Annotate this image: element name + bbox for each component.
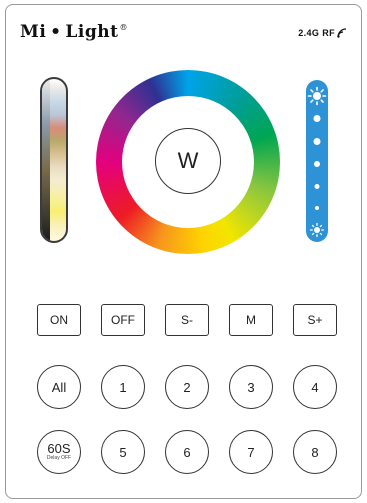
zone-3-button[interactable]: 3: [229, 365, 273, 409]
sun-dim-icon: [309, 222, 325, 238]
off-button[interactable]: OFF: [101, 304, 145, 336]
brightness-dot: [315, 206, 319, 210]
all-zones-button[interactable]: All: [37, 365, 81, 409]
white-mode-button[interactable]: W: [155, 128, 221, 194]
on-label: ON: [50, 313, 68, 327]
zone-2-button[interactable]: 2: [165, 365, 209, 409]
brightness-dot: [313, 115, 321, 122]
brightness-dot: [313, 138, 321, 145]
signal-waves-icon: [337, 28, 347, 38]
color-temperature-slider[interactable]: [40, 77, 68, 243]
zone-4-button[interactable]: 4: [293, 365, 337, 409]
zone-6-label: 6: [183, 444, 191, 460]
rf-indicator: 2.4G RF: [298, 28, 349, 38]
sun-bright-icon: [307, 86, 327, 106]
registered-mark: ®: [119, 23, 128, 33]
speed-up-button[interactable]: S+: [293, 304, 337, 336]
all-zones-label: All: [51, 379, 67, 395]
temperature-shade: [42, 79, 50, 241]
brand-name: Mi • Light: [20, 22, 119, 42]
delay-off-sublabel: Delay OFF: [46, 455, 72, 461]
zone-1-label: 1: [119, 379, 127, 395]
speed-down-button[interactable]: S-: [165, 304, 209, 336]
speed-up-label: S+: [307, 313, 323, 327]
rf-label: 2.4G RF: [298, 28, 335, 38]
zone-5-button[interactable]: 5: [101, 430, 145, 474]
zone-2-label: 2: [183, 379, 191, 395]
zone-6-button[interactable]: 6: [165, 430, 209, 474]
zone-7-button[interactable]: 7: [229, 430, 273, 474]
white-mode-label: W: [177, 148, 199, 173]
zone-5-label: 5: [119, 444, 127, 460]
off-label: OFF: [111, 313, 135, 327]
zone-8-label: 8: [311, 444, 319, 460]
brightness-dot: [314, 184, 320, 189]
zone-1-button[interactable]: 1: [101, 365, 145, 409]
on-button[interactable]: ON: [37, 304, 81, 336]
delay-off-button[interactable]: 60S Delay OFF: [37, 430, 81, 474]
mode-label: M: [246, 313, 256, 327]
brand-logo: Mi • Light®: [20, 22, 128, 42]
delay-off-label: 60S: [47, 441, 71, 456]
zone-3-label: 3: [247, 379, 255, 395]
zone-7-label: 7: [247, 444, 255, 460]
zone-4-label: 4: [311, 379, 319, 395]
speed-down-label: S-: [181, 313, 193, 327]
zone-8-button[interactable]: 8: [293, 430, 337, 474]
brightness-dot: [314, 161, 320, 167]
mode-button[interactable]: M: [229, 304, 273, 336]
brightness-slider[interactable]: [306, 80, 328, 242]
